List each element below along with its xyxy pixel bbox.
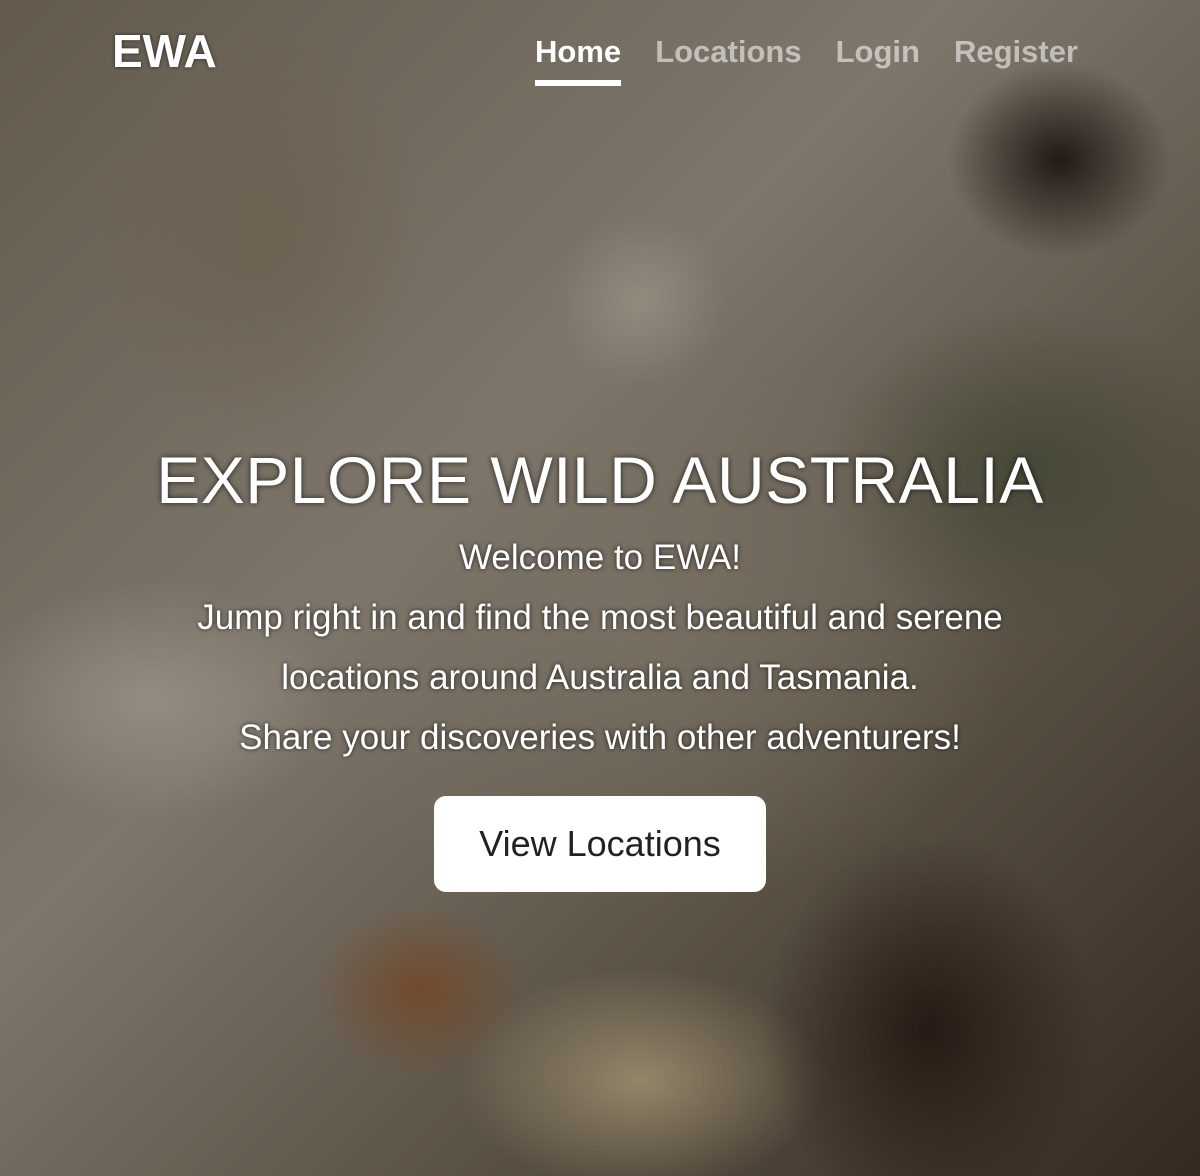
hero-line-locations: locations around Australia and Tasmania.: [281, 658, 919, 697]
brand-logo-link[interactable]: EWA: [112, 24, 217, 78]
view-locations-button[interactable]: View Locations: [434, 796, 766, 892]
hero-lead: Welcome to EWA! Jump right in and find t…: [0, 528, 1200, 768]
nav-links: Home Locations Login Register: [535, 30, 1078, 86]
hero-line-intro: Jump right in and find the most beautifu…: [197, 598, 1003, 637]
nav-link-register[interactable]: Register: [954, 30, 1078, 84]
nav-link-locations[interactable]: Locations: [655, 30, 801, 84]
hero-line-welcome: Welcome to EWA!: [458, 538, 742, 577]
navbar: EWA Home Locations Login Register: [0, 0, 1200, 100]
nav-link-login[interactable]: Login: [836, 30, 920, 84]
nav-link-home[interactable]: Home: [535, 30, 622, 86]
page: EWA Home Locations Login Register EXPLOR…: [0, 0, 1200, 1176]
hero-line-share: Share your discoveries with other advent…: [239, 718, 961, 757]
hero-title: EXPLORE WILD AUSTRALIA: [156, 443, 1044, 517]
hero-section: EXPLORE WILD AUSTRALIA Welcome to EWA! J…: [0, 440, 1200, 892]
